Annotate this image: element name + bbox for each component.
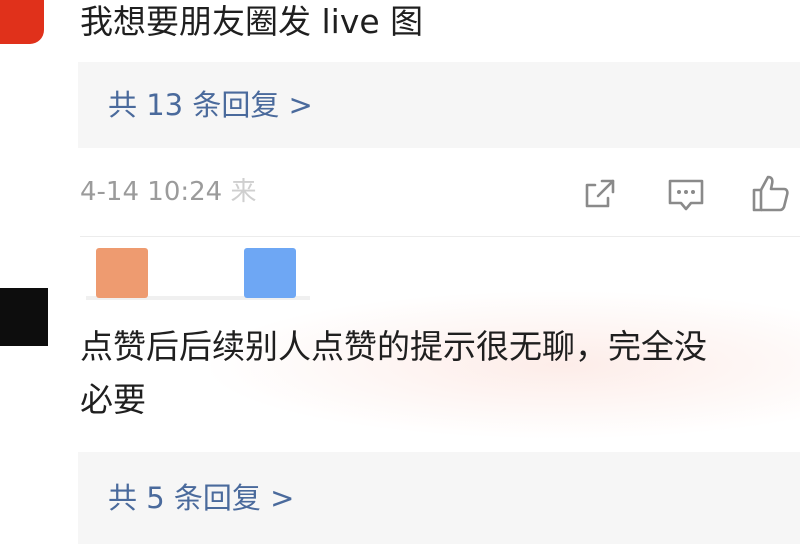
share-icon[interactable] xyxy=(578,172,622,216)
like-icon[interactable] xyxy=(748,172,792,216)
view-replies-link[interactable]: 共 5 条回复 > xyxy=(108,478,294,518)
avatar[interactable] xyxy=(0,0,44,44)
sticker-image[interactable] xyxy=(96,248,148,298)
comment-icon[interactable] xyxy=(664,172,708,216)
view-replies-link[interactable]: 共 13 条回复 > xyxy=(108,85,313,125)
comment-text-line: 点赞后后续别人点赞的提示很无聊，完全没 xyxy=(80,327,707,366)
reply-thread-box[interactable]: 共 5 条回复 > xyxy=(78,452,800,544)
sticker-image[interactable] xyxy=(244,248,296,298)
source-label: 来 xyxy=(230,177,257,207)
comment-meta: 4-14 10:24 来 xyxy=(80,174,256,210)
comment-text-line: 必要 xyxy=(80,380,146,419)
timestamp: 4-14 10:24 xyxy=(80,177,223,207)
avatar[interactable] xyxy=(0,288,48,346)
divider xyxy=(80,236,800,237)
reply-thread-box[interactable]: 共 13 条回复 > xyxy=(78,62,800,148)
comment-text: 我想要朋友圈发 live 图 xyxy=(80,2,424,41)
